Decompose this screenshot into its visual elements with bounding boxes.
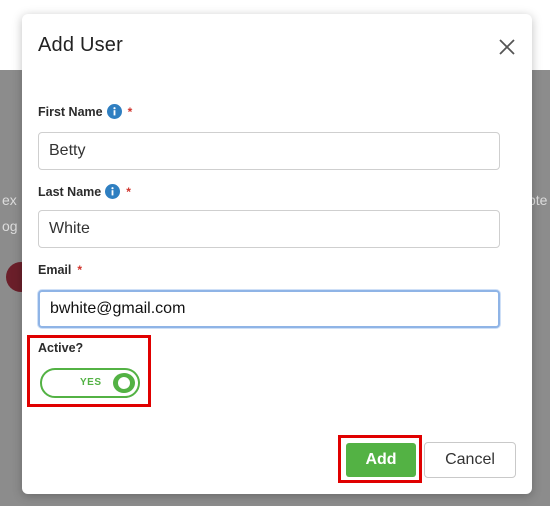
- background-text-fragment: ex: [2, 192, 17, 208]
- first-name-label: First Name *: [38, 104, 132, 119]
- email-label: Email *: [38, 263, 82, 277]
- required-asterisk: *: [127, 104, 133, 119]
- last-name-label: Last Name *: [38, 184, 131, 199]
- close-icon: [499, 39, 515, 55]
- active-toggle-highlight: [27, 335, 151, 407]
- modal-title: Add User: [38, 34, 123, 56]
- email-input[interactable]: [38, 290, 500, 328]
- email-label-text: Email: [38, 263, 72, 277]
- add-button-highlight: [338, 435, 422, 483]
- required-asterisk: *: [77, 263, 83, 277]
- first-name-label-text: First Name: [38, 104, 103, 119]
- background-text-fragment: og: [2, 218, 18, 234]
- required-asterisk: *: [126, 184, 131, 199]
- add-user-modal: Add User First Name * Last Name * Email …: [22, 14, 532, 494]
- info-icon[interactable]: [105, 184, 121, 199]
- last-name-label-text: Last Name: [38, 184, 102, 199]
- info-icon[interactable]: [106, 104, 122, 119]
- close-button[interactable]: [496, 36, 518, 58]
- cancel-button[interactable]: Cancel: [424, 442, 516, 478]
- first-name-input[interactable]: [38, 132, 500, 170]
- last-name-input[interactable]: [38, 210, 500, 248]
